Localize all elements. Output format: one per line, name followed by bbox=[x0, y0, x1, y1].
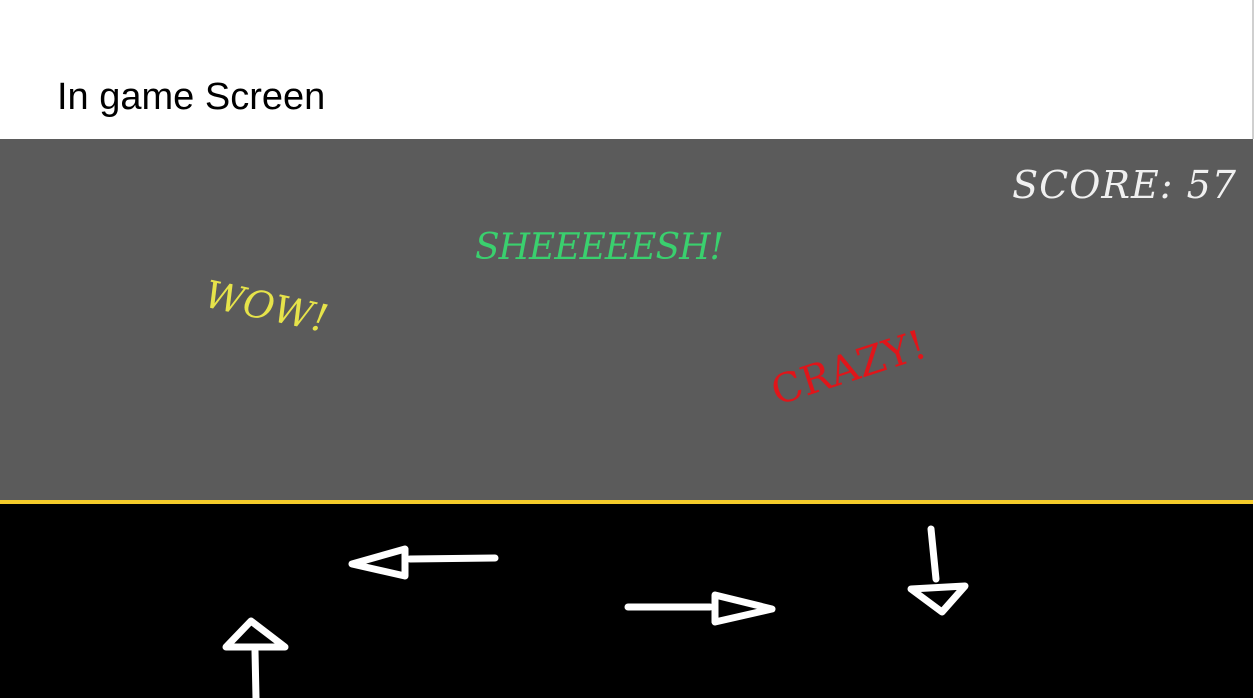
arrow-up-icon[interactable] bbox=[222, 617, 289, 698]
arrow-left-icon[interactable] bbox=[348, 545, 499, 580]
arrow-layer bbox=[222, 525, 969, 698]
edge-divider bbox=[1252, 0, 1254, 139]
page-heading: In game Screen bbox=[57, 76, 326, 118]
arrow-down-icon[interactable] bbox=[907, 525, 969, 616]
game-screen[interactable]: SCORE: 57 SHEEEEESH! WOW! CRAZY! bbox=[0, 139, 1253, 698]
arrow-right-icon[interactable] bbox=[624, 591, 776, 626]
